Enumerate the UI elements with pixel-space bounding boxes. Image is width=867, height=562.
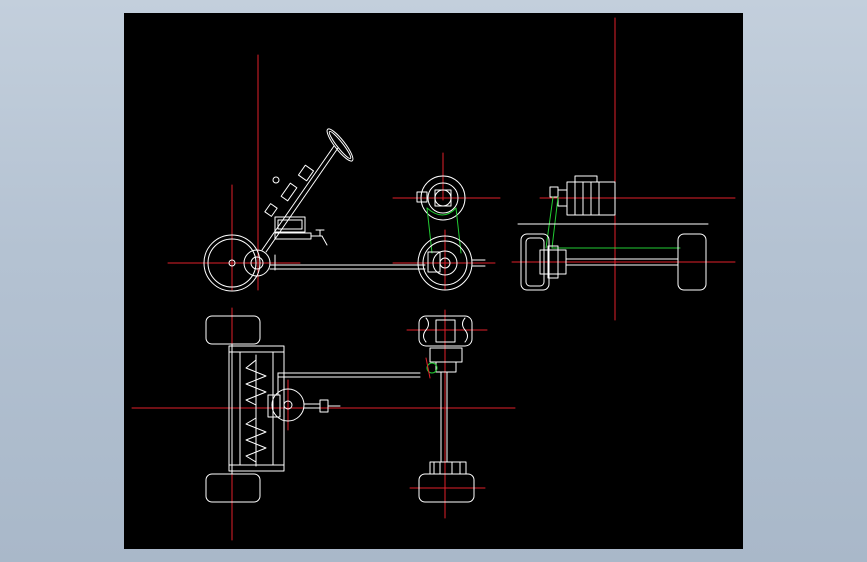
electric-motor (549, 175, 616, 216)
drive-tube (277, 372, 421, 396)
steering-column (261, 145, 339, 253)
rear-hub-plan (429, 461, 467, 475)
driveline-plan-view[interactable] (418, 315, 475, 503)
leaf-spring-bellows (245, 354, 267, 467)
drive-end-view[interactable] (416, 175, 486, 291)
steering-wheel (326, 128, 354, 162)
motor-belt (545, 196, 681, 249)
differential-housing (425, 347, 463, 379)
cad-drawing (131, 17, 736, 541)
belt-loop (426, 207, 462, 254)
steering-side-view[interactable] (203, 126, 426, 292)
steering-link-rod (303, 399, 341, 413)
front-tire-top (205, 315, 261, 345)
propeller-shaft (440, 371, 448, 463)
motor-side-view[interactable] (517, 175, 709, 291)
chassis-plan-view[interactable] (205, 315, 421, 503)
front-tire-bottom (205, 473, 261, 503)
